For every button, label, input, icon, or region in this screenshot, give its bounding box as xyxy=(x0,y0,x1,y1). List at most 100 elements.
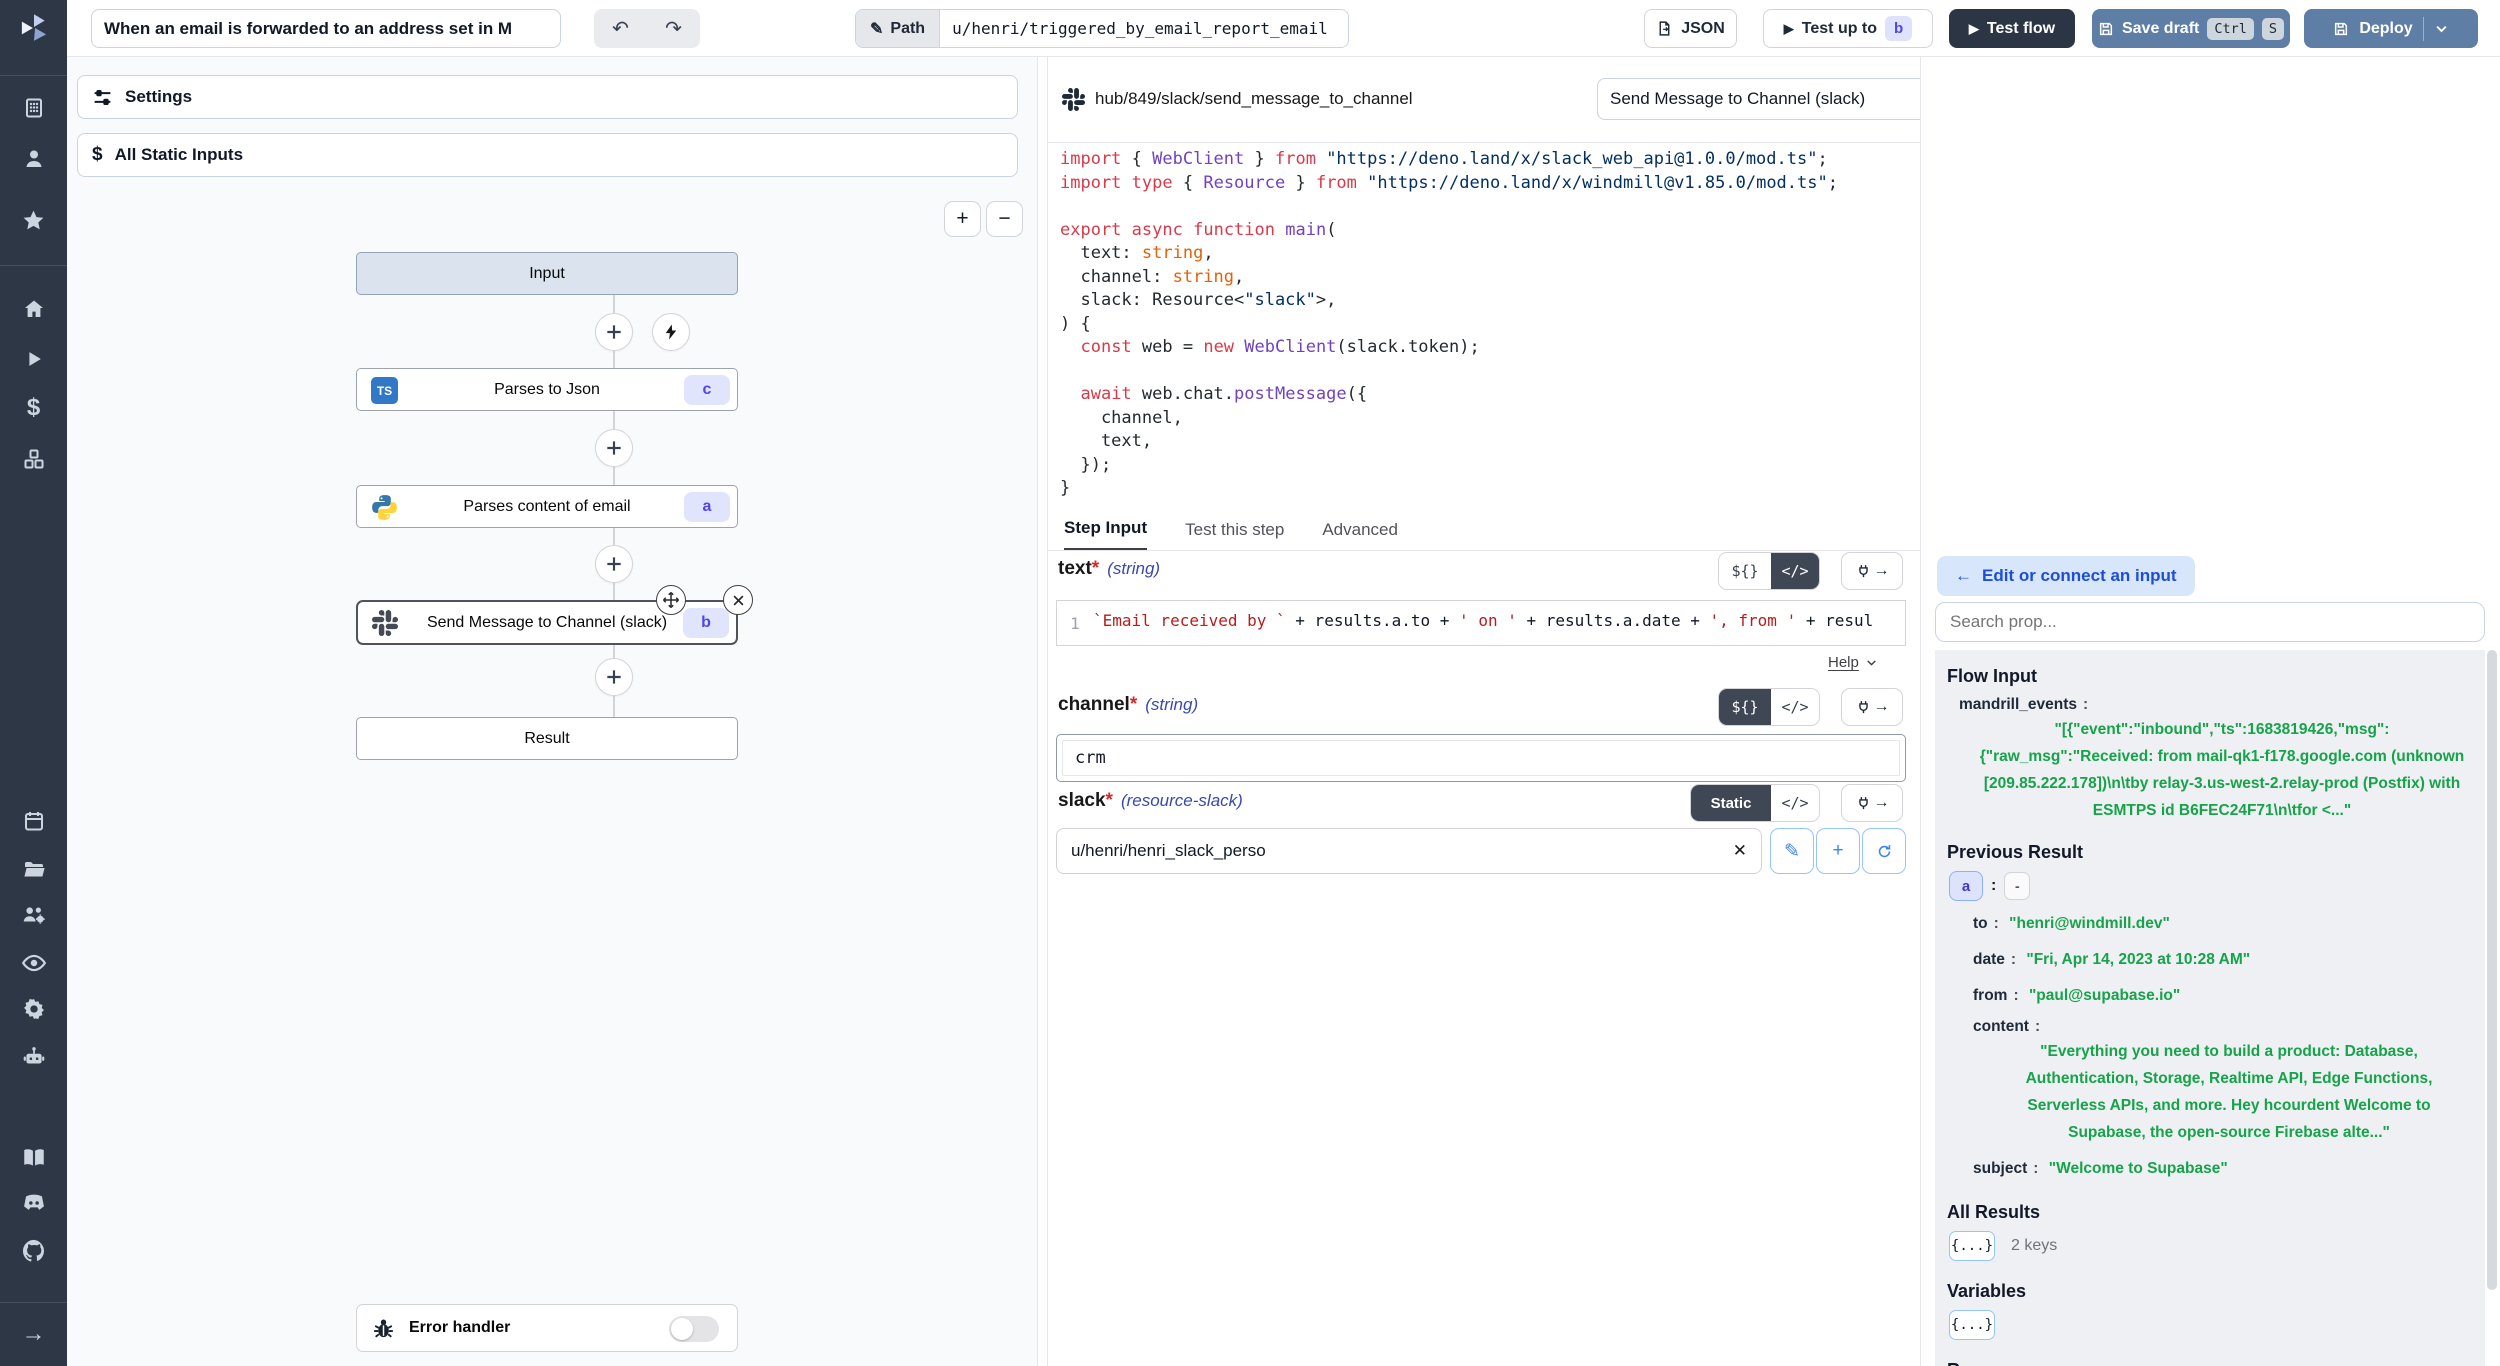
prop-row[interactable]: from: "paul@supabase.io" xyxy=(1947,982,2473,1009)
prop-row[interactable]: mandrill_events: "[{"event":"inbound","t… xyxy=(1947,696,2473,824)
zoom-out-button[interactable]: − xyxy=(986,201,1023,237)
discord-icon[interactable] xyxy=(0,1183,67,1223)
code-editor[interactable]: import { WebClient } from "https://deno.… xyxy=(1060,148,1908,506)
result-a-chip[interactable]: a xyxy=(1949,871,1983,901)
edit-resource-button[interactable]: ✎ xyxy=(1770,828,1814,874)
flow-settings-button[interactable]: Settings xyxy=(77,75,1018,119)
template-mode-segment[interactable]: ${} xyxy=(1719,553,1771,589)
slack-resource-picker[interactable]: u/henri/henri_slack_perso ✕ xyxy=(1056,828,1762,874)
workers-robot-icon[interactable] xyxy=(0,1037,67,1077)
error-handler-toggle[interactable] xyxy=(669,1316,719,1342)
connect-input-plug-button[interactable]: → xyxy=(1841,552,1903,590)
prop-value[interactable]: "henri@windmill.dev" xyxy=(2009,915,2170,932)
pencil-icon: ✎ xyxy=(870,19,883,39)
save-icon xyxy=(2098,21,2114,37)
json-button[interactable]: JSON xyxy=(1644,9,1737,48)
flow-node-step-a[interactable]: Parses content of email a xyxy=(356,485,738,528)
test-up-to-button[interactable]: ▶ Test up to b xyxy=(1763,9,1933,48)
step-id-badge: a xyxy=(684,492,730,522)
code-mode-segment[interactable]: </> xyxy=(1771,553,1819,589)
add-step-button[interactable] xyxy=(595,313,633,351)
hub-script-path[interactable]: hub/849/slack/send_message_to_channel xyxy=(1095,89,1413,109)
chevron-down-icon[interactable] xyxy=(2434,21,2449,36)
groups-users-icon[interactable] xyxy=(0,895,67,935)
docs-book-icon[interactable] xyxy=(0,1137,67,1177)
prop-value[interactable]: "Fri, Apr 14, 2023 at 10:28 AM" xyxy=(2026,951,2250,968)
audit-eye-icon[interactable] xyxy=(0,943,67,983)
topbar: ↶ ↷ ✎ Path u/henri/triggered_by_email_re… xyxy=(67,0,2500,57)
static-mode-segment[interactable]: Static xyxy=(1691,785,1771,821)
all-results-object-chip[interactable]: {...} xyxy=(1949,1231,1995,1261)
connect-input-plug-button[interactable]: → xyxy=(1841,688,1903,726)
add-step-button[interactable] xyxy=(595,545,633,583)
settings-gear-icon[interactable] xyxy=(0,989,67,1029)
trigger-lightning-button[interactable] xyxy=(652,313,690,351)
tab-test-this-step[interactable]: Test this step xyxy=(1185,507,1284,550)
template-mode-segment[interactable]: ${} xyxy=(1719,689,1771,725)
help-link[interactable]: Help xyxy=(1828,654,1878,671)
arrow-right-icon: → xyxy=(1874,698,1890,716)
path-control[interactable]: ✎ Path u/henri/triggered_by_email_report… xyxy=(855,9,1349,48)
favorites-star-icon[interactable] xyxy=(0,200,67,240)
prop-value[interactable]: "Everything you need to build a product:… xyxy=(1973,1036,2473,1146)
workspace-icon[interactable] xyxy=(0,88,67,128)
search-prop-input[interactable] xyxy=(1935,602,2485,642)
flow-title-input[interactable] xyxy=(91,9,561,48)
button-divider xyxy=(2423,17,2424,41)
move-node-button[interactable] xyxy=(656,585,686,615)
code-mode-segment[interactable]: </> xyxy=(1771,689,1819,725)
collapse-arrow-icon[interactable]: → xyxy=(0,1314,67,1354)
delete-node-button[interactable] xyxy=(723,585,753,615)
tab-step-input[interactable]: Step Input xyxy=(1064,507,1147,550)
save-icon xyxy=(2333,21,2349,37)
redo-icon[interactable]: ↷ xyxy=(665,16,682,41)
home-icon[interactable] xyxy=(0,289,67,329)
edit-or-connect-button[interactable]: ← Edit or connect an input xyxy=(1937,556,2195,596)
toggle-knob xyxy=(671,1318,693,1340)
step-id-badge: c xyxy=(684,375,730,405)
add-step-button[interactable] xyxy=(595,658,633,696)
flow-node-step-c[interactable]: TS Parses to Json c xyxy=(356,368,738,411)
text-expression-editor[interactable]: 1 `Email received by ` + results.a.to + … xyxy=(1056,600,1906,646)
runs-play-icon[interactable] xyxy=(0,339,67,379)
prop-row[interactable]: content: "Everything you need to build a… xyxy=(1947,1018,2473,1146)
save-draft-button[interactable]: Save draft Ctrl S xyxy=(2092,9,2290,48)
panel-resizer[interactable] xyxy=(1038,57,1048,1366)
channel-input[interactable] xyxy=(1062,740,1900,776)
test-flow-button[interactable]: ▶ Test flow xyxy=(1949,9,2075,48)
add-step-button[interactable] xyxy=(595,429,633,467)
zoom-in-button[interactable]: + xyxy=(944,201,981,237)
folders-icon[interactable] xyxy=(0,849,67,889)
variables-dollar-icon[interactable]: $ xyxy=(0,388,67,428)
tab-advanced[interactable]: Advanced xyxy=(1322,507,1398,550)
user-icon[interactable] xyxy=(0,139,67,179)
prop-value[interactable]: "Welcome to Supabase" xyxy=(2049,1160,2228,1177)
refresh-resource-button[interactable] xyxy=(1862,828,1906,874)
all-static-inputs-button[interactable]: $ All Static Inputs xyxy=(77,133,1018,177)
windmill-logo-icon[interactable] xyxy=(0,8,67,48)
typescript-icon: TS xyxy=(371,377,398,404)
connect-input-plug-button[interactable]: → xyxy=(1841,784,1903,822)
error-handler-node[interactable]: Error handler xyxy=(356,1304,738,1352)
prop-value[interactable]: "paul@supabase.io" xyxy=(2029,987,2180,1004)
add-resource-button[interactable]: + xyxy=(1816,828,1860,874)
collapse-chip[interactable]: - xyxy=(2004,872,2030,900)
flow-node-result[interactable]: Result xyxy=(356,717,738,760)
variables-object-chip[interactable]: {...} xyxy=(1949,1310,1995,1340)
clear-resource-icon[interactable]: ✕ xyxy=(1733,841,1747,861)
props-scrollbar[interactable] xyxy=(2487,650,2497,1290)
schedules-calendar-icon[interactable] xyxy=(0,801,67,841)
deploy-button[interactable]: Deploy xyxy=(2304,9,2478,48)
code-mode-segment[interactable]: </> xyxy=(1771,785,1819,821)
prop-row[interactable]: date: "Fri, Apr 14, 2023 at 10:28 AM" xyxy=(1947,946,2473,973)
resources-heading: Resources xyxy=(1947,1360,2473,1366)
undo-icon[interactable]: ↶ xyxy=(612,16,629,41)
path-value[interactable]: u/henri/triggered_by_email_report_email xyxy=(940,10,1348,47)
resources-cubes-icon[interactable] xyxy=(0,439,67,479)
prop-row[interactable]: to: "henri@windmill.dev" xyxy=(1947,910,2473,937)
flow-node-input[interactable]: Input xyxy=(356,252,738,295)
github-icon[interactable] xyxy=(0,1231,67,1271)
expression-code[interactable]: `Email received by ` + results.a.to + ' … xyxy=(1093,611,1873,635)
prop-value[interactable]: "[{"event":"inbound","ts":1683819426,"ms… xyxy=(1959,714,2473,824)
prop-row[interactable]: subject: "Welcome to Supabase" xyxy=(1947,1155,2473,1182)
